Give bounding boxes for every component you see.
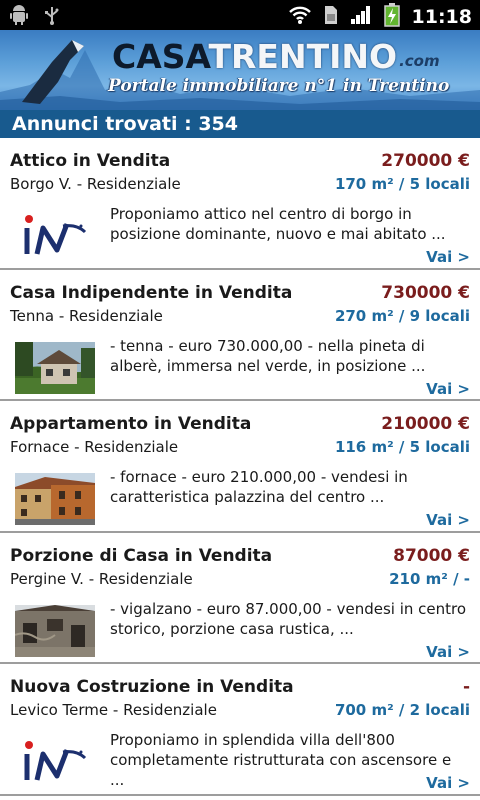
listing-size: 170 m² / 5 locali — [334, 175, 470, 193]
listing-location: Borgo V. - Residenziale — [10, 175, 181, 193]
listing-size: 116 m² / 5 locali — [334, 438, 470, 456]
listing-title: Porzione di Casa in Vendita — [10, 545, 273, 566]
listing-location: Tenna - Residenziale — [10, 306, 163, 325]
listing-open-link[interactable]: Vai > — [426, 248, 470, 266]
brand-suffix: .com — [399, 52, 440, 70]
status-time: 11:18 — [411, 6, 472, 28]
status-bar: 11:18 — [0, 0, 480, 30]
brand-casa: CASA — [112, 37, 209, 76]
house-photo-thumbnail[interactable] — [15, 341, 95, 394]
listing-price: 210000 € — [381, 414, 470, 434]
listing-size: 210 m² / - — [389, 569, 470, 588]
listing-title: Appartamento in Vendita — [10, 414, 252, 434]
listing-open-link[interactable]: Vai > — [426, 643, 470, 661]
listing-price: - — [462, 677, 470, 697]
signal-icon — [350, 5, 372, 29]
listing-size: 270 m² / 9 locali — [334, 306, 470, 325]
rustic-photo-thumbnail[interactable] — [15, 604, 95, 657]
listing-description: Proponiamo attico nel centro di borgo in… — [110, 205, 446, 243]
building-photo-thumbnail[interactable] — [15, 473, 95, 525]
listing-price: 270000 € — [381, 151, 470, 171]
listing-description: Proponiamo in splendida villa dell'800 c… — [110, 731, 452, 789]
listing-location: Levico Terme - Residenziale — [10, 701, 217, 719]
listing-open-link[interactable]: Vai > — [426, 774, 470, 792]
listing-title: Attico in Vendita — [10, 151, 171, 171]
header-banner: CASATRENTINO .com Portale immobiliare n°1… — [0, 30, 480, 110]
brand-tagline: Portale immobiliare n°1 in Trentino — [108, 76, 450, 96]
listing-list: Attico in Vendita 270000 € Borgo V. - Re… — [0, 138, 480, 796]
listing-item[interactable]: Attico in Vendita 270000 € Borgo V. - Re… — [0, 138, 480, 270]
battery-charging-icon — [383, 3, 400, 31]
listing-description: - tenna - euro 730.000,00 - nella pineta… — [110, 336, 426, 375]
listing-size: 700 m² / 2 locali — [334, 701, 470, 719]
android-debug-icon — [10, 5, 28, 29]
listing-description: - vigalzano - euro 87.000,00 - vendesi i… — [110, 599, 467, 638]
wifi-icon — [288, 5, 312, 29]
listing-location: Pergine V. - Residenziale — [10, 569, 193, 588]
listing-item[interactable]: Casa Indipendente in Vendita 730000 € Te… — [0, 269, 480, 401]
listing-open-link[interactable]: Vai > — [426, 380, 470, 398]
listing-item[interactable]: Appartamento in Vendita 210000 € Fornace… — [0, 401, 480, 533]
listing-price: 87000 € — [393, 545, 470, 566]
listing-description: - fornace - euro 210.000,00 - vendesi in… — [110, 468, 408, 506]
brand-trentino: TRENTINO — [208, 37, 398, 76]
listing-item[interactable]: Nuova Costruzione in Vendita - Levico Te… — [0, 664, 480, 796]
listing-title: Nuova Costruzione in Vendita — [10, 677, 294, 697]
brand-logo: CASATRENTINO .com — [112, 37, 440, 80]
listing-item[interactable]: Porzione di Casa in Vendita 87000 € Perg… — [0, 532, 480, 664]
listing-title: Casa Indipendente in Vendita — [10, 282, 293, 303]
agency-logo-thumbnail[interactable] — [15, 210, 95, 262]
usb-icon — [44, 5, 60, 29]
listing-price: 730000 € — [381, 282, 470, 303]
listing-open-link[interactable]: Vai > — [426, 511, 470, 529]
agency-logo-thumbnail[interactable] — [15, 736, 95, 788]
listing-location: Fornace - Residenziale — [10, 438, 179, 456]
sim-icon — [324, 5, 338, 29]
results-count-bar: Annunci trovati : 354 — [0, 110, 480, 138]
